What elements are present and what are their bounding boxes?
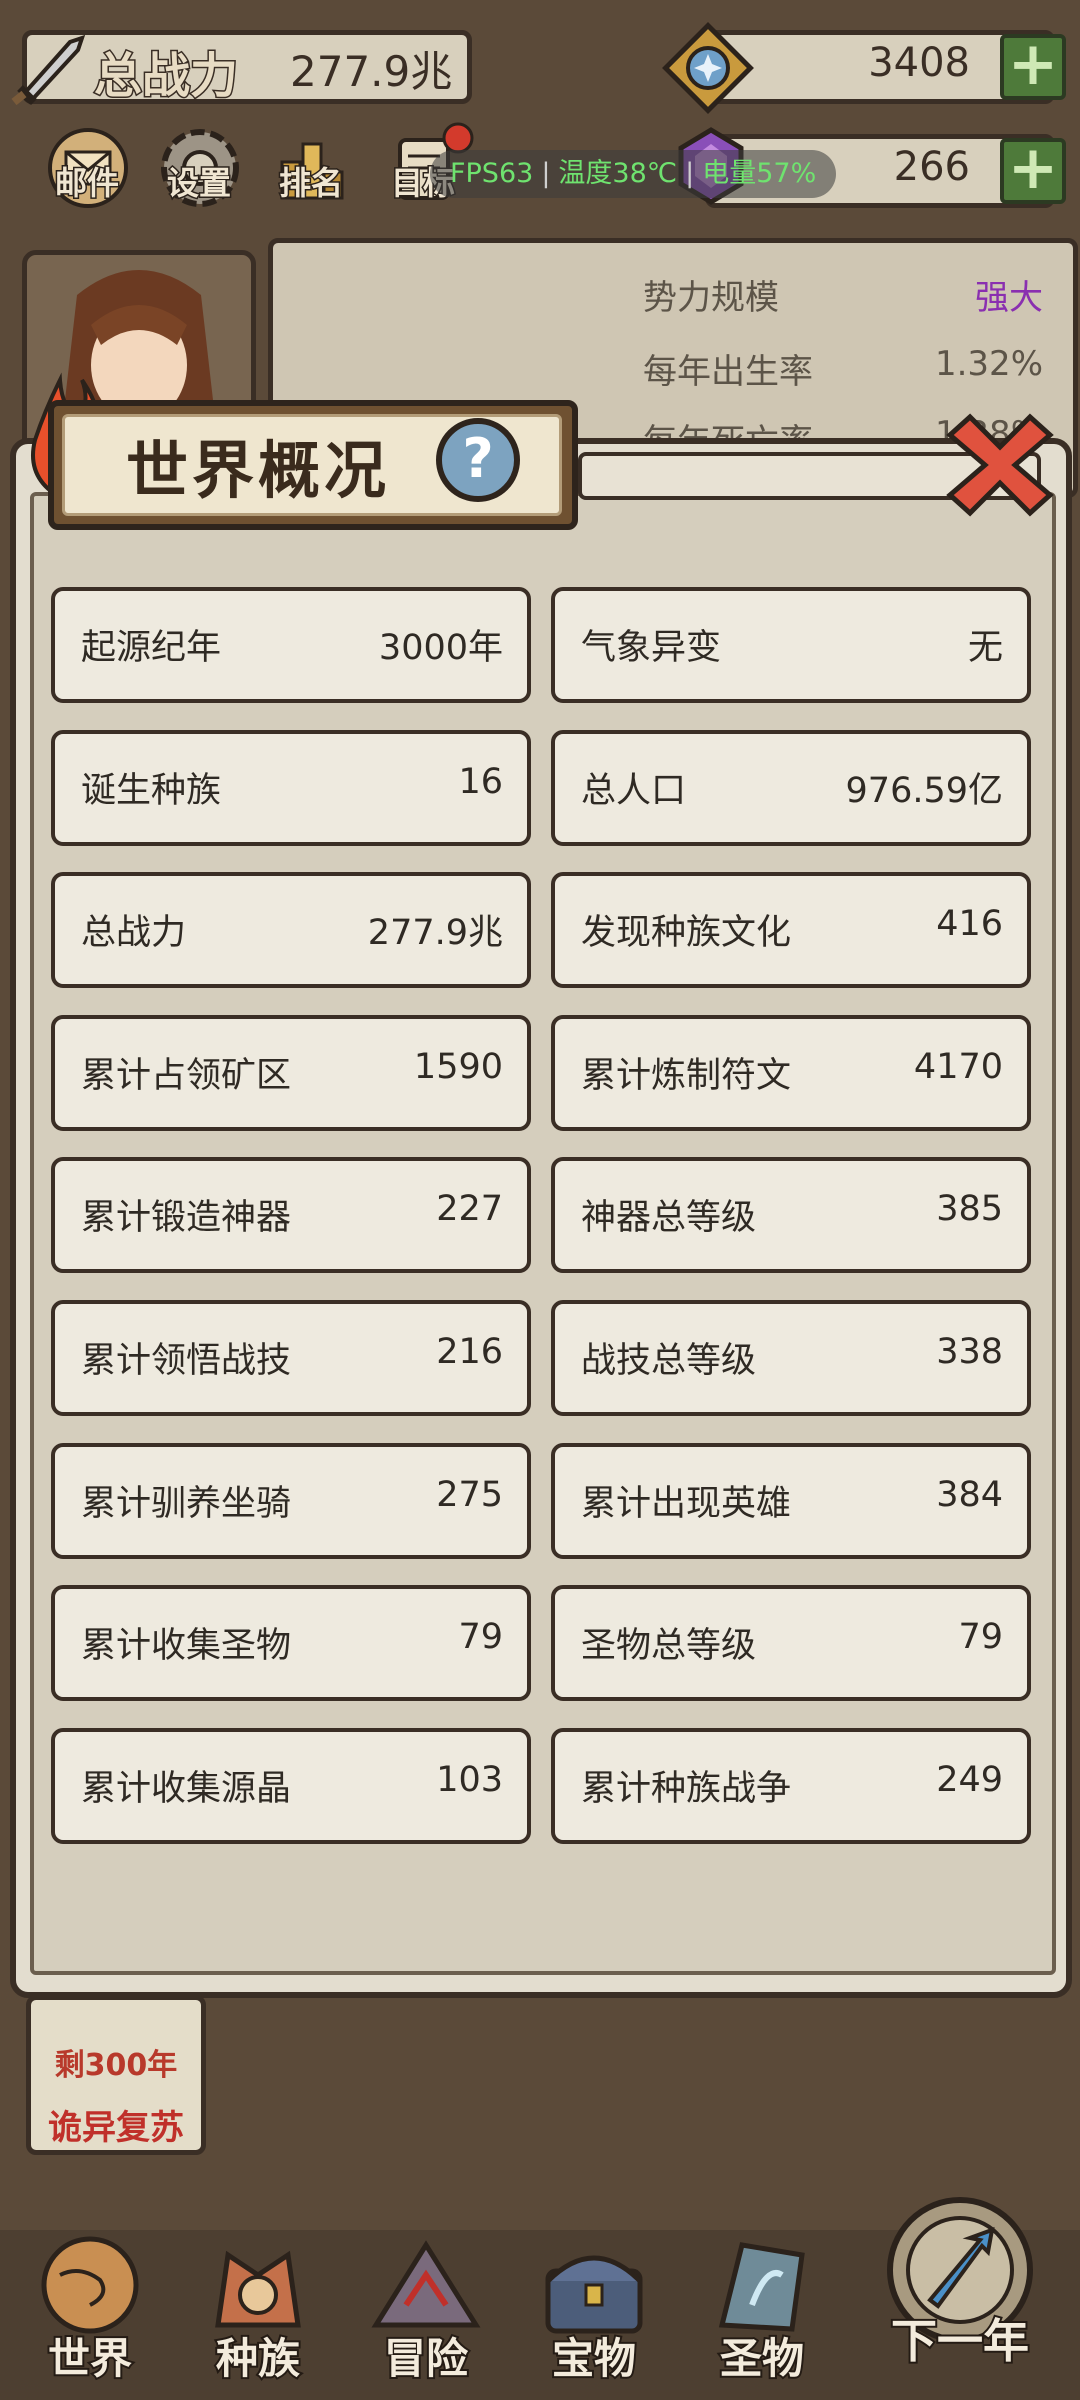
stat-card: 圣物总等级 79 <box>551 1585 1031 1701</box>
stat-label: 发现种族文化 <box>581 913 792 953</box>
total-power-label: 总战力 <box>92 47 239 106</box>
ranking-label: 排名 <box>277 163 344 204</box>
stat-value: 1590 <box>413 1047 503 1087</box>
stat-value: 4170 <box>913 1047 1003 1087</box>
faction-scale-value: 强大 <box>975 278 1043 318</box>
nav-world[interactable]: 世界 <box>10 2225 170 2395</box>
temperature-readout: 温度38℃ <box>558 158 678 189</box>
faction-scale-row: 势力规模 强大 <box>643 270 1043 319</box>
event-countdown-years: 剩300年 <box>54 2048 178 2083</box>
stat-value: 277.9兆 <box>367 913 503 953</box>
ranking-button[interactable]: 排名 <box>262 122 362 222</box>
next-year-button[interactable]: 下一年 <box>830 2190 1080 2400</box>
total-power-value: 277.9兆 <box>290 47 453 96</box>
stat-label: 累计收集源晶 <box>81 1769 292 1809</box>
gem-currency-value: 3408 <box>868 40 970 86</box>
stat-label: 神器总等级 <box>581 1198 757 1238</box>
stat-label: 累计收集圣物 <box>81 1626 292 1666</box>
stat-value: 384 <box>936 1475 1003 1515</box>
stat-value: 79 <box>458 1617 503 1657</box>
nav-relic[interactable]: 圣物 <box>682 2225 842 2395</box>
stat-label: 总战力 <box>81 913 187 953</box>
add-gem-button[interactable]: + <box>1000 34 1066 100</box>
stat-card: 气象异变 无 <box>551 587 1031 703</box>
birth-rate-value: 1.32% <box>934 344 1043 384</box>
stat-label: 总人口 <box>581 771 687 811</box>
nav-adventure-label: 冒险 <box>382 2332 470 2385</box>
nav-world-label: 世界 <box>46 2332 134 2385</box>
stat-label: 累计炼制符文 <box>581 1056 792 1096</box>
stat-label: 气象异变 <box>581 628 722 668</box>
stat-value: 3000年 <box>378 628 503 668</box>
settings-label: 设置 <box>165 163 232 204</box>
stat-card: 总战力 277.9兆 <box>51 872 531 988</box>
stat-card: 战技总等级 338 <box>551 1300 1031 1416</box>
stat-value: 227 <box>436 1189 503 1229</box>
stat-card: 累计占领矿区 1590 <box>51 1015 531 1131</box>
stat-card: 累计出现英雄 384 <box>551 1443 1031 1559</box>
battery-readout: 电量57% <box>702 158 817 189</box>
nav-relic-label: 圣物 <box>718 2332 806 2385</box>
stat-label: 累计出现英雄 <box>581 1484 792 1524</box>
stat-value: 275 <box>436 1475 503 1515</box>
stat-value: 385 <box>936 1189 1003 1229</box>
stat-card: 总人口 976.59亿 <box>551 730 1031 846</box>
stat-value: 无 <box>967 628 1003 668</box>
stat-label: 累计驯养坐骑 <box>81 1484 292 1524</box>
stat-value: 976.59亿 <box>845 771 1003 811</box>
stat-card: 累计种族战争 249 <box>551 1728 1031 1844</box>
next-year-label: 下一年 <box>889 2312 1031 2370</box>
help-button[interactable]: ? <box>436 418 520 502</box>
stat-label: 战技总等级 <box>581 1341 757 1381</box>
nav-race-label: 种族 <box>214 2332 302 2385</box>
mail-button[interactable]: 邮件 <box>38 122 138 222</box>
stat-value: 79 <box>958 1617 1003 1657</box>
close-icon[interactable] <box>930 395 1070 535</box>
crossed-swords-icon <box>11 34 86 106</box>
stat-card: 累计驯养坐骑 275 <box>51 1443 531 1559</box>
stat-value: 16 <box>458 762 503 802</box>
stat-value: 416 <box>936 904 1003 944</box>
nav-treasure-label: 宝物 <box>550 2332 638 2385</box>
add-crystal-button[interactable]: + <box>1000 138 1066 204</box>
settings-button[interactable]: 设置 <box>150 122 250 222</box>
stat-card: 累计炼制符文 4170 <box>551 1015 1031 1131</box>
stat-label: 累计占领矿区 <box>81 1056 292 1096</box>
fps-readout: FPS63 <box>450 158 534 189</box>
stat-card: 发现种族文化 416 <box>551 872 1031 988</box>
stat-label: 累计种族战争 <box>581 1769 792 1809</box>
stat-label: 累计锻造神器 <box>81 1198 292 1238</box>
performance-overlay: FPS63 | 温度38℃ | 电量57% <box>430 150 837 198</box>
stat-card: 神器总等级 385 <box>551 1157 1031 1273</box>
stat-label: 圣物总等级 <box>581 1626 757 1666</box>
stat-label: 累计领悟战技 <box>81 1341 292 1381</box>
stat-value: 249 <box>936 1760 1003 1800</box>
stat-card: 累计锻造神器 227 <box>51 1157 531 1273</box>
gem-currency-icon <box>662 22 754 114</box>
stat-card: 诞生种族 16 <box>51 730 531 846</box>
nav-adventure[interactable]: 冒险 <box>346 2225 506 2395</box>
mail-label: 邮件 <box>53 163 120 204</box>
stat-label: 诞生种族 <box>81 771 222 811</box>
stat-card: 起源纪年 3000年 <box>51 587 531 703</box>
stat-card: 累计收集源晶 103 <box>51 1728 531 1844</box>
popup-title: 世界概况 <box>126 434 391 507</box>
stat-value: 338 <box>936 1332 1003 1372</box>
nav-race[interactable]: 种族 <box>178 2225 338 2395</box>
stat-card: 累计领悟战技 216 <box>51 1300 531 1416</box>
stat-value: 216 <box>436 1332 503 1372</box>
stat-value: 103 <box>436 1760 503 1800</box>
stat-label: 起源纪年 <box>81 628 222 668</box>
crystal-currency-value: 266 <box>893 144 970 190</box>
nav-treasure[interactable]: 宝物 <box>514 2225 674 2395</box>
faction-scale-label: 势力规模 <box>643 278 779 318</box>
event-name: 诡异复苏 <box>48 2108 184 2148</box>
birth-rate-label: 每年出生率 <box>643 352 813 392</box>
stat-card: 累计收集圣物 79 <box>51 1585 531 1701</box>
birth-rate-row: 每年出生率 1.32% <box>643 344 1043 393</box>
